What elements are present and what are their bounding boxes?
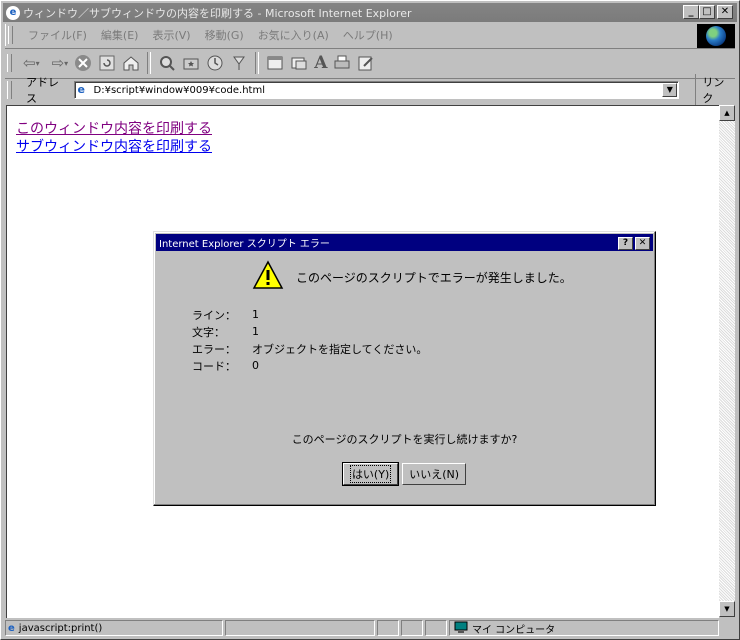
maximize-button[interactable]: □	[699, 5, 715, 19]
vertical-scrollbar[interactable]: ▲ ▼	[719, 105, 735, 617]
ie-app-icon[interactable]: e	[6, 5, 20, 20]
links-button[interactable]: リンク	[695, 74, 735, 106]
yes-button[interactable]: はい(Y)	[341, 462, 400, 486]
status-panel-small	[401, 620, 423, 636]
minimize-button[interactable]: _	[683, 5, 699, 19]
address-input[interactable]: e D:¥script¥window¥009¥code.html ▼	[73, 81, 680, 99]
browser-window: e ウィンドウ／サブウィンドウの内容を印刷する - Microsoft Inte…	[0, 0, 740, 640]
zone-panel: マイ コンピュータ	[449, 620, 719, 636]
status-bar: e javascript:print() マイ コンピュータ	[5, 619, 735, 637]
continue-question: このページのスクリプトを実行し続けますか?	[291, 433, 518, 446]
dialog-title-bar[interactable]: Internet Explorer スクリプト エラー ? ✕	[156, 234, 653, 251]
detail-label: コード：	[192, 359, 236, 373]
standard-toolbar: ⇦ ▾ ⇨ ▾ A	[5, 48, 735, 77]
menu-go[interactable]: 移動(G)	[198, 27, 251, 43]
print-subwindow-link[interactable]: サブウィンドウ内容を印刷する	[16, 138, 212, 156]
detail-value: 1	[252, 308, 259, 321]
dialog-controls: ? ✕	[618, 237, 650, 250]
toolbar-separator	[255, 52, 260, 74]
no-button[interactable]: いいえ(N)	[402, 463, 467, 485]
detail-label: エラー：	[192, 342, 236, 356]
status-page-icon: e	[8, 622, 15, 634]
address-label: アドレス	[25, 76, 59, 105]
detail-value: 1	[252, 325, 259, 338]
detail-value: 0	[252, 359, 259, 372]
mail-icon[interactable]	[287, 51, 311, 75]
refresh-icon[interactable]	[95, 51, 119, 75]
window-controls: _ □ ✕	[683, 5, 733, 19]
home-icon[interactable]	[119, 51, 143, 75]
scroll-down-button[interactable]: ▼	[719, 601, 735, 617]
favorites-icon[interactable]	[179, 51, 203, 75]
detail-row-char: 文字： 1	[192, 323, 427, 340]
zone-text: マイ コンピュータ	[472, 624, 556, 636]
menu-edit[interactable]: 編集(E)	[94, 27, 146, 43]
forward-icon[interactable]: ⇨ ▾	[49, 51, 72, 75]
detail-row-error: エラー： オブジェクトを指定してください。	[192, 340, 427, 357]
scroll-up-button[interactable]: ▲	[719, 105, 735, 121]
font-icon[interactable]: A	[311, 51, 330, 75]
help-button[interactable]: ?	[618, 237, 633, 250]
globe-icon	[706, 26, 726, 46]
window-title: ウィンドウ／サブウィンドウの内容を印刷する - Microsoft Intern…	[23, 6, 412, 20]
status-panel-small	[425, 620, 447, 636]
edit-icon[interactable]	[354, 51, 378, 75]
detail-value: オブジェクトを指定してください。	[252, 342, 428, 356]
fullscreen-icon[interactable]	[263, 51, 287, 75]
page-links: このウィンドウ内容を印刷する サブウィンドウ内容を印刷する	[16, 120, 212, 156]
detail-row-line: ライン： 1	[192, 306, 427, 323]
status-panel-small	[377, 620, 399, 636]
computer-icon	[454, 621, 468, 636]
history-icon[interactable]	[203, 51, 227, 75]
warning-icon	[252, 260, 284, 289]
menu-favorites[interactable]: お気に入り(A)	[251, 27, 336, 43]
status-panel-empty	[225, 620, 375, 636]
back-icon[interactable]: ⇦ ▾	[20, 51, 43, 75]
script-error-dialog: Internet Explorer スクリプト エラー ? ✕ このページのスク…	[153, 231, 656, 506]
dialog-close-button[interactable]: ✕	[635, 237, 650, 250]
menu-help[interactable]: ヘルプ(H)	[336, 27, 400, 43]
detail-row-code: コード： 0	[192, 357, 427, 374]
menu-bar: ファイル(F) 編集(E) 表示(V) 移動(G) お気に入り(A) ヘルプ(H…	[5, 24, 696, 46]
dialog-actions: はい(Y) いいえ(N)	[154, 462, 655, 486]
status-text: javascript:print()	[18, 622, 103, 634]
print-window-link[interactable]: このウィンドウ内容を印刷する	[16, 120, 212, 138]
error-details: ライン： 1 文字： 1 エラー： オブジェクトを指定してください。 コード： …	[192, 306, 427, 374]
channels-icon[interactable]	[227, 51, 251, 75]
status-text-panel: e javascript:print()	[5, 620, 223, 636]
address-bar: アドレス e D:¥script¥window¥009¥code.html ▼ …	[5, 74, 735, 106]
ie-throbber	[697, 24, 735, 48]
print-icon[interactable]	[330, 51, 354, 75]
detail-label: ライン：	[192, 308, 236, 322]
yes-label: はい(Y)	[349, 465, 392, 483]
address-dropdown-button[interactable]: ▼	[662, 83, 678, 97]
address-value[interactable]: D:¥script¥window¥009¥code.html	[94, 85, 265, 96]
close-button[interactable]: ✕	[717, 5, 733, 19]
toolbar-separator	[147, 52, 152, 74]
detail-label: 文字：	[192, 325, 225, 339]
title-bar[interactable]: e ウィンドウ／サブウィンドウの内容を印刷する - Microsoft Inte…	[3, 3, 737, 22]
stop-icon[interactable]	[71, 51, 95, 75]
menu-file[interactable]: ファイル(F)	[21, 27, 94, 43]
menu-view[interactable]: 表示(V)	[145, 27, 197, 43]
menubar-grip[interactable]	[8, 26, 13, 44]
page-icon: e	[77, 83, 85, 96]
addressbar-grip[interactable]	[7, 81, 12, 99]
error-message: このページのスクリプトでエラーが発生しました。	[296, 271, 572, 285]
toolbar-grip[interactable]	[7, 54, 12, 72]
dialog-title: Internet Explorer スクリプト エラー	[159, 239, 330, 250]
search-icon[interactable]	[155, 51, 179, 75]
